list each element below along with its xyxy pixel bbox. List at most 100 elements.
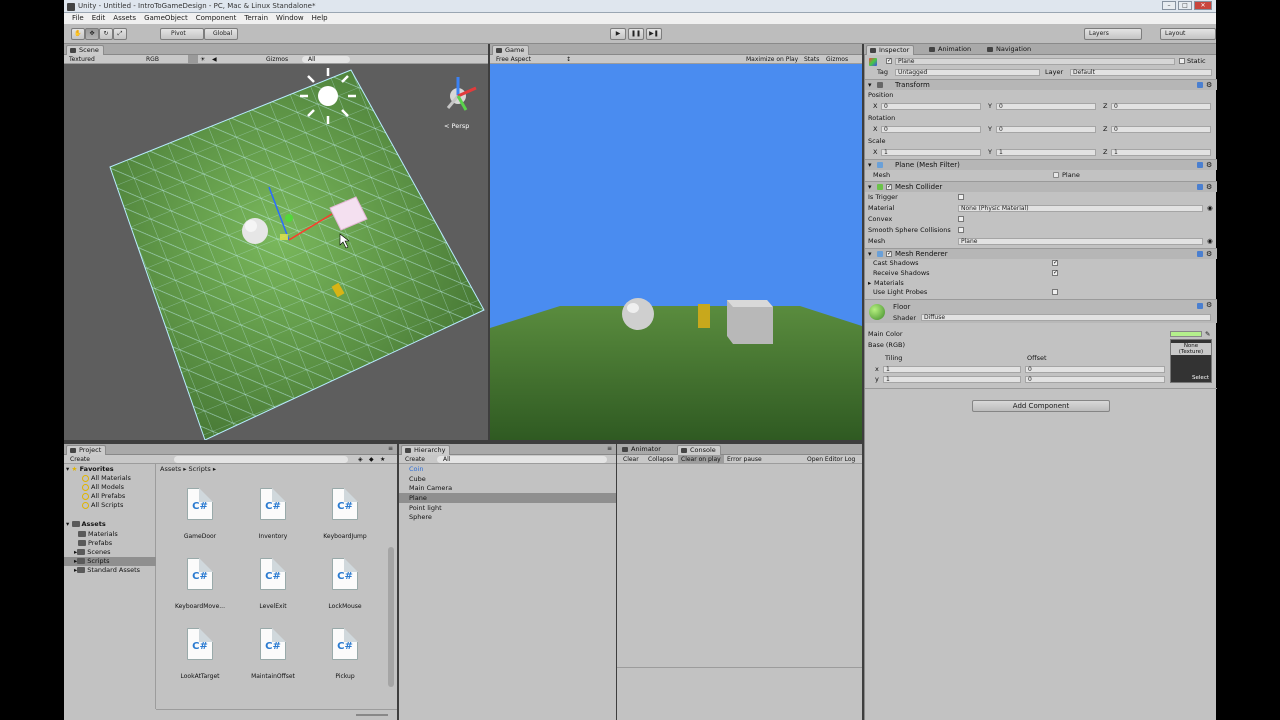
script-asset[interactable]: C# LevelExit <box>243 558 303 610</box>
script-asset[interactable]: C# LookAtTarget <box>170 628 230 680</box>
static-checkbox[interactable] <box>1179 58 1185 64</box>
scale-tool-icon[interactable]: ⤢ <box>113 28 127 40</box>
aspect-dropdown[interactable]: Free Aspect <box>496 55 531 64</box>
move-gizmo-plane-handle[interactable] <box>280 234 288 240</box>
render-mode-dropdown[interactable]: RGB <box>146 55 159 64</box>
search-by-label-icon[interactable]: ◆ <box>369 455 374 464</box>
position-y-field[interactable]: 0 <box>996 102 1096 110</box>
rotate-tool-icon[interactable]: ↻ <box>99 28 113 40</box>
fav-all-materials[interactable]: All Materials <box>82 474 131 483</box>
script-asset[interactable]: C# KeyboardMove... <box>170 558 230 610</box>
console-error-pause-toggle[interactable]: Error pause <box>727 455 762 464</box>
menu-edit[interactable]: Edit <box>88 13 110 24</box>
project-scrollbar[interactable] <box>388 547 394 687</box>
mesh-value[interactable]: Plane <box>1062 170 1080 180</box>
scene-search-input[interactable]: All <box>302 56 350 63</box>
script-asset[interactable]: C# GameDoor <box>170 488 230 540</box>
receive-shadows-checkbox[interactable]: ✓ <box>1052 270 1058 276</box>
fav-all-scripts[interactable]: All Scripts <box>82 501 123 510</box>
tab-console[interactable]: Console <box>677 445 721 455</box>
menu-terrain[interactable]: Terrain <box>240 13 272 24</box>
scale-x-field[interactable]: 1 <box>881 148 981 156</box>
collider-mesh-field[interactable]: Plane <box>958 237 1203 245</box>
tiling-x-field[interactable]: 1 <box>883 365 1021 373</box>
rotation-x-field[interactable]: 0 <box>881 125 981 133</box>
icon-size-slider[interactable] <box>356 714 388 716</box>
mesh-renderer-enabled-checkbox[interactable]: ✓ <box>886 251 892 257</box>
tab-animator[interactable]: Animator <box>619 445 665 455</box>
menu-help[interactable]: Help <box>308 13 332 24</box>
scale-z-field[interactable]: 1 <box>1111 148 1211 156</box>
game-viewport[interactable] <box>490 64 862 440</box>
hierarchy-item-plane[interactable]: Plane <box>399 493 616 503</box>
menu-window[interactable]: Window <box>272 13 308 24</box>
global-toggle[interactable]: Global <box>204 28 238 40</box>
script-asset[interactable]: C# LockMouse <box>315 558 375 610</box>
fav-all-prefabs[interactable]: All Prefabs <box>82 492 125 501</box>
audio-icon[interactable]: ◀ <box>212 55 217 64</box>
mesh-collider-header[interactable]: ▾ ✓ Mesh Collider ⚙ <box>865 181 1217 192</box>
console-collapse-toggle[interactable]: Collapse <box>648 455 674 464</box>
script-asset[interactable]: C# MaintainOffset <box>243 628 303 680</box>
tab-inspector[interactable]: Inspector <box>866 45 915 55</box>
rotation-y-field[interactable]: 0 <box>996 125 1096 133</box>
add-component-button[interactable]: Add Component <box>972 400 1110 412</box>
script-asset[interactable]: C# Inventory <box>243 488 303 540</box>
layout-dropdown[interactable]: Layout <box>1160 28 1216 40</box>
convex-checkbox[interactable] <box>958 216 964 222</box>
shader-dropdown[interactable]: Diffuse <box>921 314 1211 321</box>
lighting-icon[interactable]: ☀ <box>200 55 205 64</box>
tag-dropdown[interactable]: Untagged <box>895 68 1040 76</box>
favorites-root[interactable]: ▾ ★ Favorites <box>66 465 114 474</box>
position-z-field[interactable]: 0 <box>1111 102 1211 110</box>
tab-game[interactable]: Game <box>492 45 530 55</box>
mesh-filter-header[interactable]: ▾ Plane (Mesh Filter) ⚙ <box>865 159 1217 170</box>
script-asset[interactable]: C# KeyboardJump <box>315 488 375 540</box>
play-button[interactable]: ▶ <box>610 28 626 40</box>
gear-icon[interactable]: ⚙ <box>1206 301 1212 309</box>
persp-label[interactable]: < Persp <box>444 122 469 130</box>
scale-y-field[interactable]: 1 <box>996 148 1096 156</box>
smooth-checkbox[interactable] <box>958 227 964 233</box>
hierarchy-create-dropdown[interactable]: Create <box>405 455 425 464</box>
tab-hierarchy[interactable]: Hierarchy <box>401 445 451 455</box>
offset-y-field[interactable]: 0 <box>1025 375 1165 383</box>
console-clear-on-play-toggle[interactable]: Clear on play <box>678 455 724 464</box>
shading-mode-dropdown[interactable]: Textured <box>69 55 95 64</box>
menu-assets[interactable]: Assets <box>109 13 140 24</box>
gizmos-dropdown[interactable]: Gizmos <box>266 55 288 64</box>
help-icon[interactable] <box>1197 162 1203 168</box>
maximize-button[interactable]: □ <box>1178 1 1192 10</box>
tab-scene[interactable]: Scene <box>66 45 104 55</box>
transform-header[interactable]: ▾ Transform ⚙ <box>865 79 1217 90</box>
help-icon[interactable] <box>1197 251 1203 257</box>
cast-shadows-checkbox[interactable]: ✓ <box>1052 260 1058 266</box>
project-breadcrumb[interactable]: Assets ▸ Scripts ▸ <box>160 465 216 473</box>
console-clear-button[interactable]: Clear <box>623 455 639 464</box>
menu-component[interactable]: Component <box>192 13 241 24</box>
folder-materials[interactable]: Materials <box>78 530 118 539</box>
close-button[interactable]: ✕ <box>1194 1 1212 10</box>
layer-dropdown[interactable]: Default <box>1070 68 1212 76</box>
move-tool-icon[interactable]: ✥ <box>85 28 99 40</box>
search-by-type-icon[interactable]: ◈ <box>358 455 363 464</box>
is-trigger-checkbox[interactable] <box>958 194 964 200</box>
hierarchy-item-coin[interactable]: Coin <box>399 464 616 474</box>
tab-animation[interactable]: Animation <box>926 45 975 55</box>
open-editor-log-button[interactable]: Open Editor Log <box>807 455 855 464</box>
folder-scenes[interactable]: ▸ Scenes <box>74 548 110 557</box>
mesh-collider-enabled-checkbox[interactable]: ✓ <box>886 184 892 190</box>
object-picker-icon[interactable]: ◉ <box>1207 203 1213 213</box>
maximize-on-play-toggle[interactable]: Maximize on Play <box>746 55 798 64</box>
fav-all-models[interactable]: All Models <box>82 483 124 492</box>
minimize-button[interactable]: – <box>1162 1 1176 10</box>
object-picker-icon[interactable]: ◉ <box>1207 236 1213 246</box>
pivot-toggle[interactable]: Pivot <box>160 28 204 40</box>
collider-material-field[interactable]: None (Physic Material) <box>958 204 1203 212</box>
help-icon[interactable] <box>1197 184 1203 190</box>
active-checkbox[interactable]: ✓ <box>886 58 892 64</box>
project-search-input[interactable] <box>174 456 348 463</box>
position-x-field[interactable]: 0 <box>881 102 981 110</box>
tab-navigation[interactable]: Navigation <box>984 45 1035 55</box>
2d-toggle-icon[interactable] <box>188 55 198 64</box>
